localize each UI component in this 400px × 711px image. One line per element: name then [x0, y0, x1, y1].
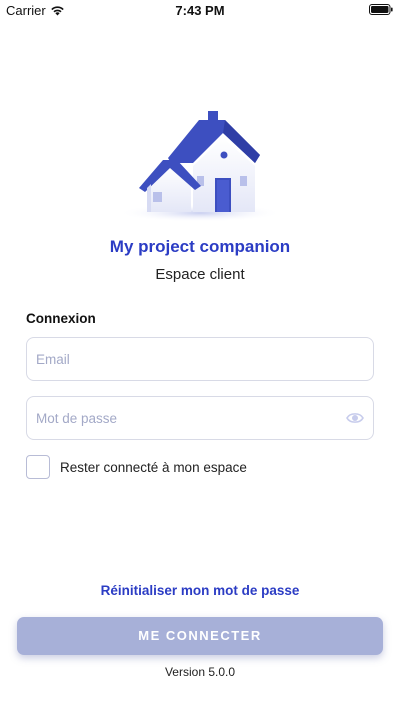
- hero: [0, 108, 400, 230]
- app-version: Version 5.0.0: [164, 665, 236, 679]
- battery-icon: [369, 4, 393, 15]
- login-button[interactable]: ME CONNECTER: [17, 617, 383, 655]
- app-subtitle: Espace client: [155, 266, 245, 283]
- status-time: 7:43 PM: [175, 3, 225, 18]
- login-screen: Carrier 7:43 PM My project companion Esp…: [0, 0, 400, 711]
- status-bar: Carrier 7:43 PM: [0, 0, 400, 20]
- house-icon: [118, 111, 282, 222]
- password-input[interactable]: [27, 397, 373, 439]
- reset-password-link[interactable]: Réinitialiser mon mot de passe: [0, 583, 400, 598]
- eye-icon[interactable]: [346, 411, 364, 425]
- email-input[interactable]: [27, 338, 373, 380]
- app-title: My project companion: [109, 237, 291, 256]
- email-field: [26, 337, 374, 381]
- remember-me-label: Rester connecté à mon espace: [60, 459, 247, 475]
- password-field: [26, 396, 374, 440]
- remember-me-checkbox[interactable]: [26, 455, 50, 479]
- remember-me-row[interactable]: Rester connecté à mon espace: [26, 455, 247, 479]
- login-section-label: Connexion: [26, 311, 96, 326]
